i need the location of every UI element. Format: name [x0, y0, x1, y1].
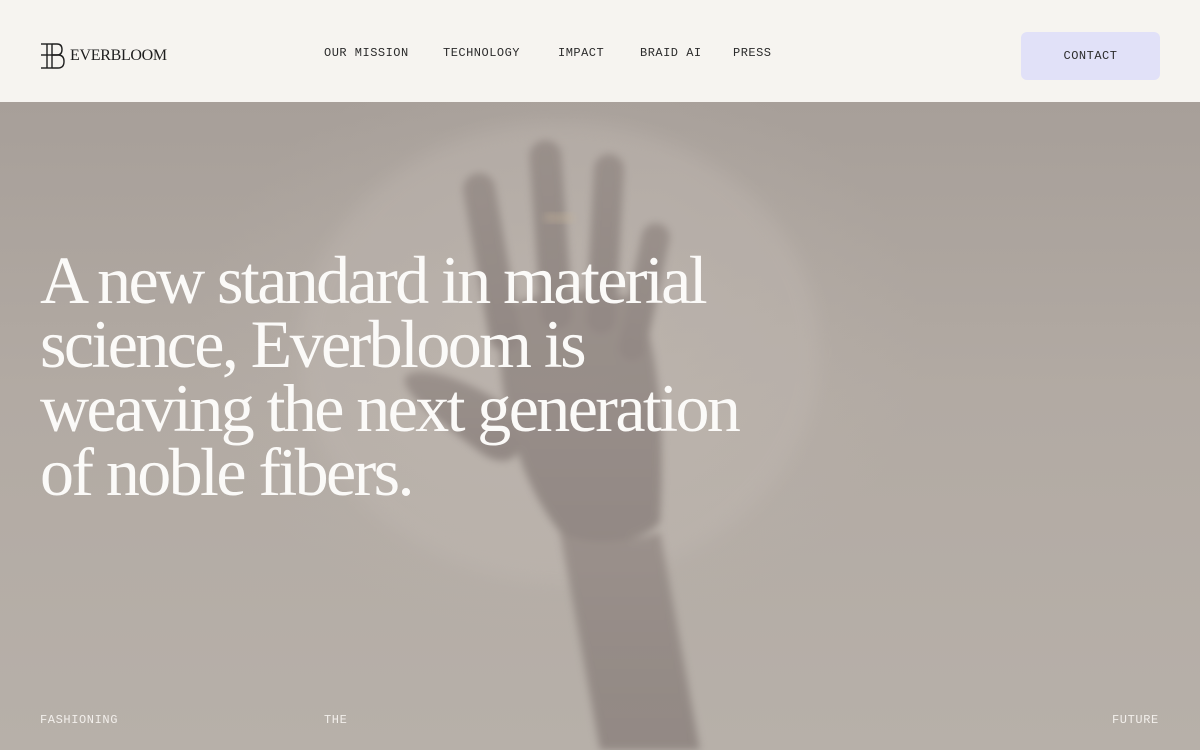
hero-headline: A new standard in material science, Ever…: [40, 242, 900, 510]
tagline-fashioning: FASHIONING: [40, 713, 119, 727]
nav-braid-ai[interactable]: BRAID AI: [640, 46, 702, 60]
brand-logo[interactable]: EVERBLOOM: [40, 42, 167, 70]
nav-press[interactable]: PRESS: [733, 46, 772, 60]
contact-button[interactable]: CONTACT: [1021, 32, 1160, 80]
tagline-the: THE: [324, 713, 348, 727]
hero-section: A new standard in material science, Ever…: [0, 102, 1200, 750]
nav-our-mission[interactable]: OUR MISSION: [324, 46, 409, 60]
site-header: EVERBLOOM OUR MISSION TECHNOLOGY IMPACT …: [0, 0, 1200, 102]
headline-line-3: weaving the next generation: [40, 370, 741, 446]
headline-line-4: of noble fibers.: [40, 434, 415, 510]
headline-line-2: science, Everbloom is: [40, 306, 587, 382]
eb-monogram-icon: [41, 43, 65, 69]
tagline-future: FUTURE: [1112, 713, 1159, 727]
headline-line-1: A new standard in material: [40, 242, 708, 318]
nav-technology[interactable]: TECHNOLOGY: [443, 46, 520, 60]
nav-impact[interactable]: IMPACT: [558, 46, 604, 60]
brand-name: EVERBLOOM: [70, 47, 167, 64]
